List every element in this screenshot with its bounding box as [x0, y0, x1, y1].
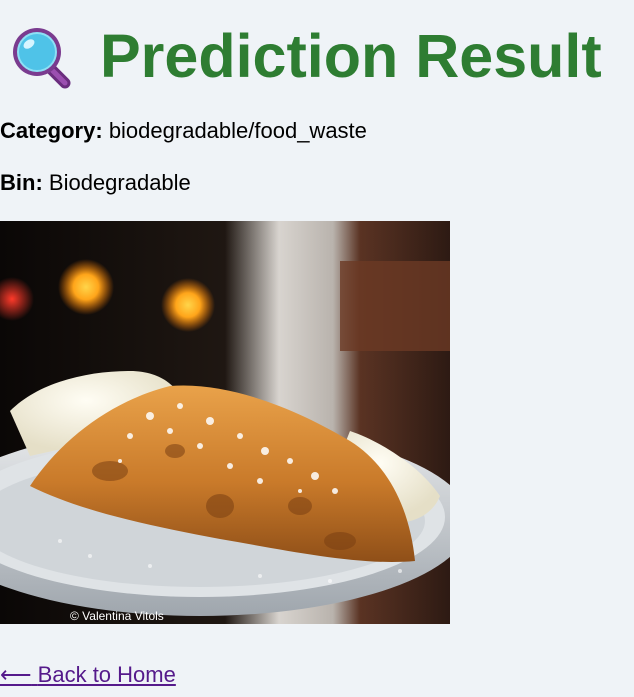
category-line: Category: biodegradable/food_waste: [0, 118, 367, 144]
back-link-label: Back to Home: [37, 662, 176, 687]
back-to-home-link[interactable]: ⟵ Back to Home: [0, 661, 176, 689]
title-row: Prediction Result: [10, 20, 602, 92]
bin-line: Bin: Biodegradable: [0, 170, 191, 196]
category-label: Category:: [0, 118, 103, 143]
magnifying-glass-icon: [13, 28, 71, 89]
prediction-page: Prediction Result Category: biodegradabl…: [0, 0, 634, 697]
bin-value: Biodegradable: [48, 170, 191, 195]
category-value: biodegradable/food_waste: [108, 118, 367, 143]
uploaded-food-photo: © Valentina Vitols: [0, 221, 450, 624]
page-title: Prediction Result: [100, 22, 602, 90]
left-arrow-icon: ⟵: [0, 662, 32, 687]
bin-label: Bin:: [0, 170, 43, 195]
photo-credit: © Valentina Vitols: [70, 609, 164, 623]
